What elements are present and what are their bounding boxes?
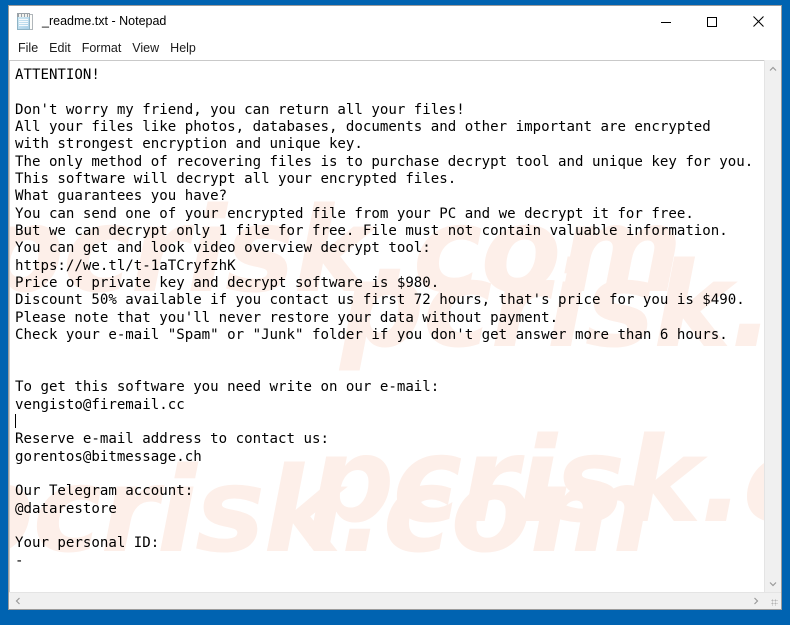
maximize-button[interactable]	[689, 6, 735, 37]
horizontal-scroll-track[interactable]	[26, 593, 747, 609]
chevron-down-icon	[769, 581, 777, 586]
text-caret	[15, 413, 16, 428]
vertical-scroll-track[interactable]	[765, 77, 781, 575]
menu-item-help[interactable]: Help	[170, 42, 203, 55]
chevron-right-icon	[753, 597, 758, 605]
text-editor[interactable]: pcrisk.com pcrisk.com pcrisk.com pcrisk.…	[9, 60, 764, 592]
close-icon	[752, 16, 764, 27]
window-title: _readme.txt - Notepad	[42, 14, 167, 29]
scroll-up-button[interactable]	[765, 60, 781, 77]
menu-item-file[interactable]: File	[18, 42, 45, 55]
menu-bar: File Edit Format View Help	[9, 37, 781, 59]
chevron-left-icon	[15, 597, 20, 605]
note-body-before-caret: ATTENTION! Don't worry my friend, you ca…	[15, 67, 754, 413]
close-button[interactable]	[735, 6, 781, 37]
title-bar[interactable]: _readme.txt - Notepad	[9, 6, 781, 37]
text-row: pcrisk.com pcrisk.com pcrisk.com pcrisk.…	[9, 60, 781, 592]
menu-item-edit[interactable]: Edit	[49, 42, 78, 55]
window-controls	[643, 6, 781, 37]
chevron-up-icon	[769, 66, 777, 71]
title-bar-left: _readme.txt - Notepad	[9, 12, 643, 31]
menu-item-format[interactable]: Format	[82, 42, 129, 55]
client-area: pcrisk.com pcrisk.com pcrisk.com pcrisk.…	[9, 59, 781, 609]
scroll-down-button[interactable]	[765, 575, 781, 592]
menu-item-view[interactable]: View	[132, 42, 166, 55]
note-body-after-caret: Reserve e-mail address to contact us: go…	[15, 431, 329, 569]
minimize-icon	[661, 21, 671, 23]
ransom-note-text[interactable]: ATTENTION! Don't worry my friend, you ca…	[10, 61, 764, 570]
vertical-scrollbar[interactable]	[764, 60, 781, 592]
horizontal-scrollbar[interactable]	[9, 592, 781, 609]
scroll-right-button[interactable]	[747, 593, 764, 609]
notepad-window: _readme.txt - Notepad File Edit Format V…	[8, 5, 782, 610]
scroll-left-button[interactable]	[9, 593, 26, 609]
maximize-icon	[707, 16, 717, 27]
minimize-button[interactable]	[643, 6, 689, 37]
resize-grip[interactable]	[764, 593, 781, 609]
notepad-icon	[17, 12, 35, 31]
